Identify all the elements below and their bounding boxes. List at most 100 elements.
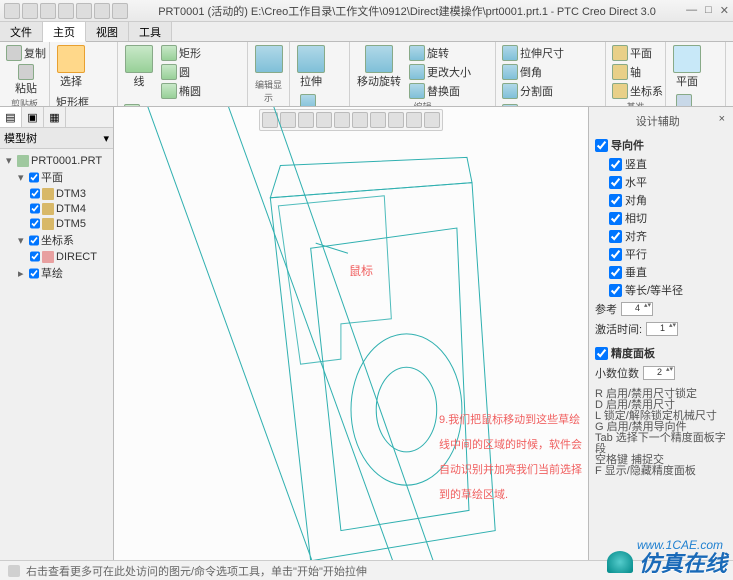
tree-sketch[interactable]: ▸草绘 [16, 264, 109, 282]
panel-icon [676, 94, 692, 107]
close-icon[interactable]: ✕ [720, 4, 729, 17]
tree-tabs: ▤ ▣ ▦ [0, 107, 113, 128]
edit-show-button[interactable] [252, 44, 286, 74]
minimize-icon[interactable]: — [686, 4, 697, 17]
box-select-button[interactable]: 矩形框 [54, 93, 102, 107]
qat-close-icon[interactable] [112, 3, 128, 19]
plane-icon [42, 218, 54, 230]
tree-tab-layers[interactable]: ▣ [22, 107, 44, 127]
cursor-label: 鼠标 [349, 262, 373, 279]
opt-diagonal[interactable]: 对角 [609, 191, 727, 209]
paste-button[interactable]: 粘贴 [4, 63, 48, 97]
precision-toggle[interactable]: 精度面板 [595, 343, 727, 363]
panel-close-icon[interactable]: × [719, 113, 725, 125]
sweep-icon [300, 94, 316, 107]
tree-tab-other[interactable]: ▦ [44, 107, 66, 127]
opt-symmetric[interactable]: 对齐 [609, 227, 727, 245]
ribbon-group-clipboard: 复制 粘贴 剪贴板 [0, 42, 50, 106]
rotate-icon [409, 45, 425, 61]
plane-icon [673, 45, 701, 73]
tab-home[interactable]: 主页 [43, 22, 86, 42]
replace-icon [409, 83, 425, 99]
panel-button[interactable]: 面板 [670, 93, 698, 107]
opt-tangent[interactable]: 相切 [609, 209, 727, 227]
maximize-icon[interactable]: □ [705, 4, 712, 17]
line-icon [125, 45, 153, 73]
ellipse-icon [161, 83, 177, 99]
qat-regen-icon[interactable] [94, 3, 110, 19]
plane-icon [42, 188, 54, 200]
tree-csys[interactable]: ▾坐标系 [16, 231, 109, 249]
qat-undo-icon[interactable] [58, 3, 74, 19]
coord-button[interactable]: 坐标系 [610, 82, 665, 100]
plane-button[interactable]: 平面 [610, 44, 665, 62]
qat-open-icon[interactable] [22, 3, 38, 19]
tree-dtm3[interactable]: DTM3 [28, 186, 109, 201]
guide-toggle[interactable]: 导向件 [595, 135, 727, 155]
group-label-clipboard: 剪贴板 [4, 97, 45, 107]
viewport[interactable]: 鼠标 9.我们把鼠标移动到这些草绘线中间的区域的时候，软件会自动识别并加亮我们当… [114, 107, 588, 560]
ribbon-group-select: 选择 矩形框 几何规则 选择 [50, 42, 118, 106]
ribbon: 复制 粘贴 剪贴板 选择 矩形框 几何规则 选择 线 矩形 圆 椭圆 椭圆 倒角 [0, 42, 733, 107]
tree-root[interactable]: ▾PRT0001.PRT [4, 153, 109, 168]
extrude-dim-button[interactable]: 拉伸尺寸 [500, 44, 566, 62]
opt-vertical[interactable]: 竖直 [609, 155, 727, 173]
opt-coincide[interactable]: 垂直 [609, 263, 727, 281]
tree-tab-model[interactable]: ▤ [0, 107, 22, 127]
block-icon [255, 45, 283, 73]
tree-body: ▾PRT0001.PRT ▾平面 DTM3 DTM4 DTM5 ▾坐标系 DIR… [0, 149, 113, 560]
plane2-button[interactable]: 平面 [670, 44, 704, 90]
ref-row: 参考4 [595, 299, 727, 319]
tab-file[interactable]: 文件 [0, 22, 43, 41]
extrude-button[interactable]: 拉伸 [294, 44, 328, 90]
move-rotate-button[interactable]: 移动旋转 [354, 44, 404, 90]
part-icon [17, 155, 29, 167]
extrude-icon [297, 45, 325, 73]
qat-save-icon[interactable] [40, 3, 56, 19]
tree-planes[interactable]: ▾平面 [16, 168, 109, 186]
resize-button[interactable]: 更改大小 [407, 63, 473, 81]
resize-icon [409, 64, 425, 80]
copy-button[interactable]: 复制 [4, 44, 48, 62]
decimals-spinner[interactable]: 2 [643, 366, 675, 380]
status-icon [8, 565, 20, 577]
round-button[interactable]: 倒角 [500, 63, 566, 81]
axis-button[interactable]: 轴 [610, 63, 665, 81]
circle-icon [161, 64, 177, 80]
circle-button[interactable]: 圆 [159, 63, 203, 81]
cursor-icon [57, 45, 85, 73]
delay-spinner[interactable]: 1 [646, 322, 678, 336]
qat-redo-icon[interactable] [76, 3, 92, 19]
design-assist-panel: 设计辅助× 导向件 竖直 水平 对角 相切 对齐 平行 垂直 等长/等半径 参考… [588, 107, 733, 560]
opt-horizontal[interactable]: 水平 [609, 173, 727, 191]
split-button[interactable]: 分割面 [500, 82, 566, 100]
rotate-button[interactable]: 旋转 [407, 44, 473, 62]
csys-icon [42, 251, 54, 263]
status-text: 右击查看更多可在此处访问的图元/命令选项工具，单击"开始"开始拉伸 [26, 563, 367, 579]
qat-new-icon[interactable] [4, 3, 20, 19]
ribbon-group-datum: 平面 轴 坐标系 基准 [606, 42, 666, 106]
rect-button[interactable]: 矩形 [159, 44, 203, 62]
tree-dtm5[interactable]: DTM5 [28, 216, 109, 231]
tab-tools[interactable]: 工具 [129, 22, 172, 41]
shortcut-hints: R 启用/禁用尺寸锁定 D 启用/禁用尺寸 L 锁定/解除锁定机械尺寸 G 启用… [595, 389, 727, 477]
sweep-button[interactable]: 扫描 [294, 93, 322, 107]
tree-dtm4[interactable]: DTM4 [28, 201, 109, 216]
line-button[interactable]: 线 [122, 44, 156, 90]
select-button[interactable]: 选择 [54, 44, 88, 90]
tab-view[interactable]: 视图 [86, 22, 129, 41]
opt-parallel[interactable]: 平行 [609, 245, 727, 263]
menu-tabs: 文件 主页 视图 工具 [0, 22, 733, 42]
ribbon-group-misc: 平面 面板 基准 [666, 42, 726, 106]
tree-direct[interactable]: DIRECT [28, 249, 109, 264]
tree-header: 模型树▾ [0, 128, 113, 149]
ref-spinner[interactable]: 4 [621, 302, 653, 316]
annotation-text: 9.我们把鼠标移动到这些草绘线中间的区域的时候，软件会自动识别并加亮我们当前选择… [439, 407, 588, 507]
replace-face-button[interactable]: 替换面 [407, 82, 473, 100]
group-label-edit-show: 编辑显示 [252, 78, 285, 104]
delay-row: 激活时间:1 [595, 319, 727, 339]
ribbon-group-sketch: 线 矩形 圆 椭圆 椭圆 倒角 修改 草绘 [118, 42, 248, 106]
ellipse-button[interactable]: 椭圆 [159, 82, 203, 100]
opt-equal[interactable]: 等长/等半径 [609, 281, 727, 299]
window-controls: — □ ✕ [686, 4, 729, 17]
